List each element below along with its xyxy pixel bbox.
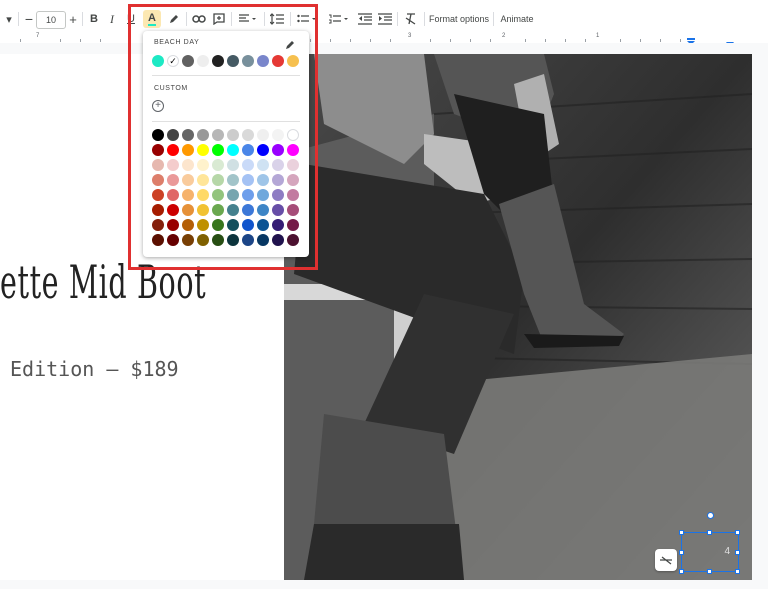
resize-handle[interactable] bbox=[707, 569, 712, 574]
rotate-handle[interactable] bbox=[707, 512, 714, 519]
clear-formatting-icon[interactable] bbox=[401, 7, 421, 31]
smart-chip-off-icon[interactable] bbox=[655, 549, 677, 571]
numbered-list-icon[interactable] bbox=[326, 7, 352, 31]
resize-handle[interactable] bbox=[679, 530, 684, 535]
resize-handle[interactable] bbox=[735, 569, 740, 574]
font-size-input[interactable]: 10 bbox=[36, 11, 66, 29]
ruler-number: 3 bbox=[408, 33, 412, 39]
resize-handle[interactable] bbox=[707, 530, 712, 535]
toolbar: ▾ − 10 + B I U A Format options Animate bbox=[0, 7, 768, 31]
ruler-number: 2 bbox=[502, 33, 506, 39]
resize-handle[interactable] bbox=[735, 550, 740, 555]
separator bbox=[82, 12, 83, 26]
animate-button[interactable]: Animate bbox=[498, 7, 536, 31]
decrease-font-size-button[interactable]: − bbox=[22, 7, 36, 31]
bold-button[interactable]: B bbox=[86, 7, 102, 31]
slide-subtitle[interactable]: Edition – $189 bbox=[10, 357, 179, 381]
separator bbox=[493, 12, 494, 26]
ruler-number: 7 bbox=[36, 33, 40, 39]
page-number: 4 bbox=[724, 546, 730, 557]
format-options-button[interactable]: Format options bbox=[428, 7, 490, 31]
ruler-number: 1 bbox=[596, 33, 600, 39]
separator bbox=[424, 12, 425, 26]
italic-button[interactable]: I bbox=[104, 7, 120, 31]
increase-indent-icon[interactable] bbox=[376, 7, 394, 31]
ruler-white-area bbox=[0, 33, 768, 43]
boot-photo[interactable] bbox=[284, 54, 752, 580]
resize-handle[interactable] bbox=[679, 569, 684, 574]
separator bbox=[397, 12, 398, 26]
resize-handle[interactable] bbox=[735, 530, 740, 535]
resize-handle[interactable] bbox=[679, 550, 684, 555]
decrease-indent-icon[interactable] bbox=[356, 7, 374, 31]
increase-font-size-button[interactable]: + bbox=[66, 7, 80, 31]
page-number-box[interactable]: 4 bbox=[681, 532, 739, 572]
font-dropdown-caret-icon[interactable]: ▾ bbox=[2, 7, 16, 31]
highlight-annotation-box bbox=[128, 4, 318, 270]
ruler: 7 3 2 1 bbox=[0, 33, 768, 47]
separator bbox=[18, 12, 19, 26]
